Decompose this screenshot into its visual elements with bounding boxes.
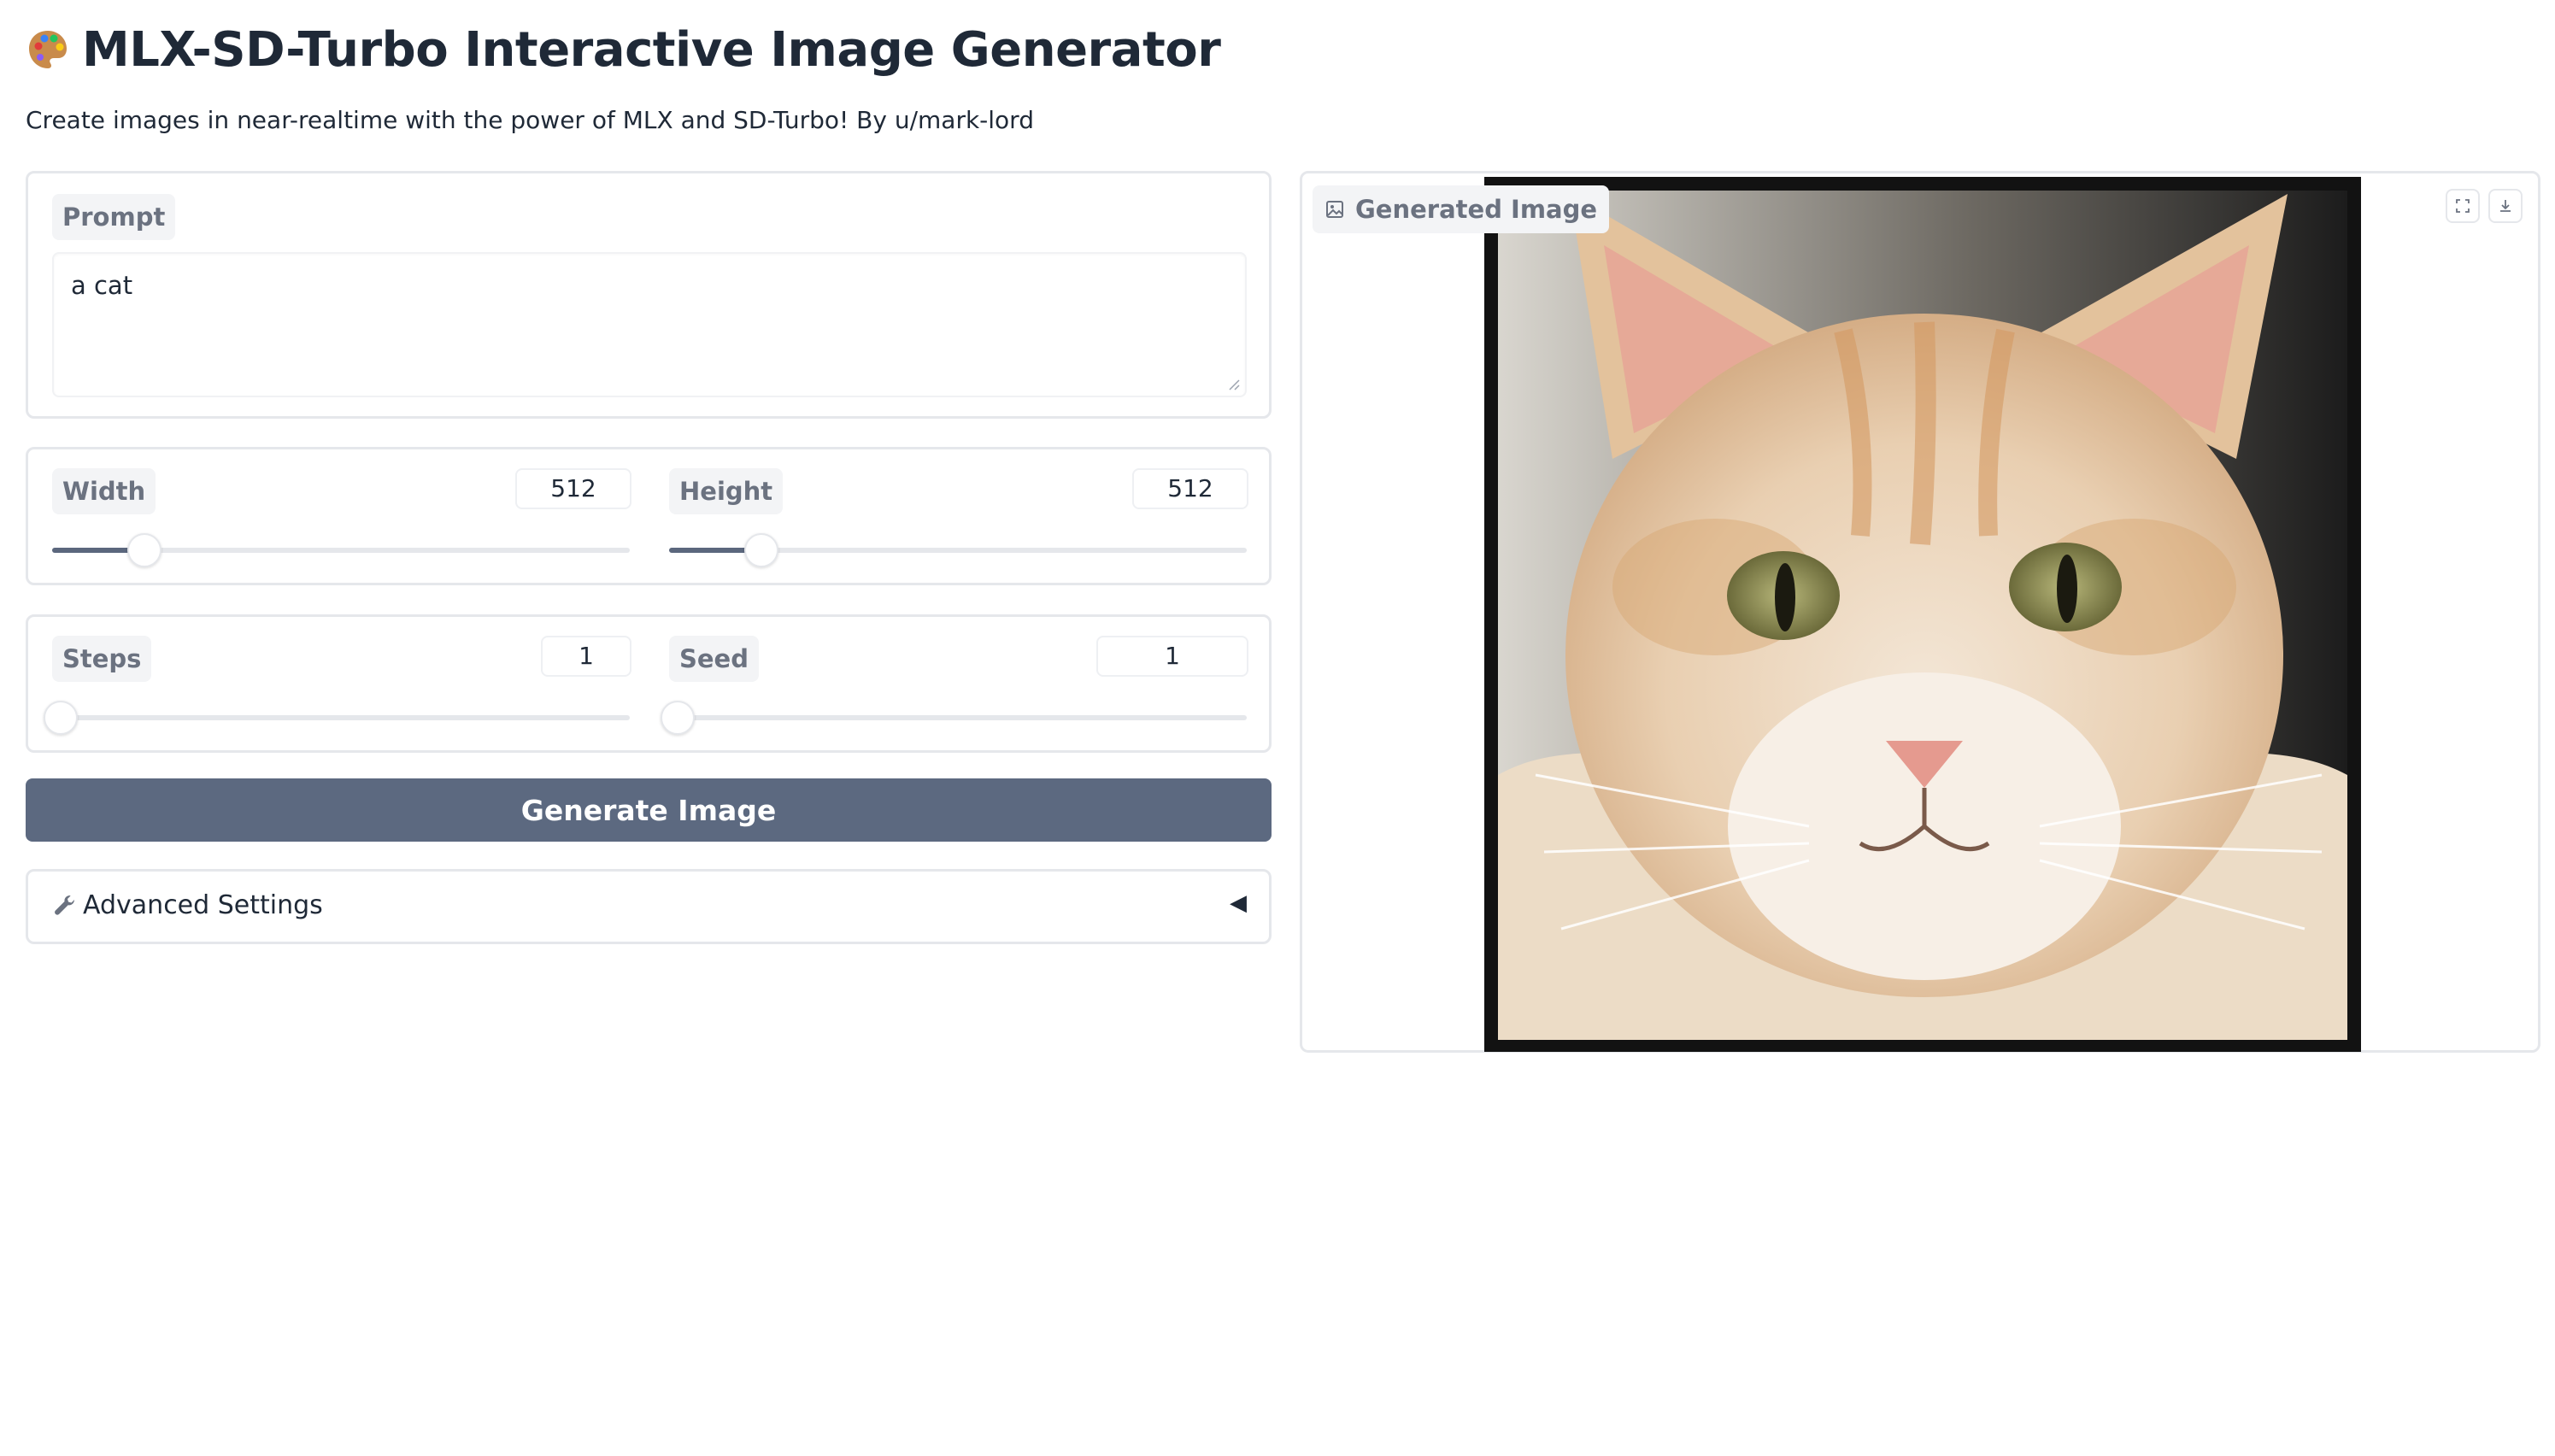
width-slider-group: Width 512 — [28, 449, 631, 586]
download-button[interactable] — [2488, 189, 2523, 223]
generated-image-label-text: Generated Image — [1355, 195, 1598, 224]
seed-slider-group: Seed 1 — [645, 617, 1248, 754]
steps-slider-thumb[interactable] — [44, 701, 78, 735]
fullscreen-icon — [2456, 199, 2470, 213]
wrench-icon — [55, 895, 74, 915]
width-slider-track[interactable] — [52, 533, 630, 567]
height-slider-group: Height 512 — [645, 449, 1248, 586]
page-title-text: MLX-SD-Turbo Interactive Image Generator — [82, 21, 1221, 78]
prompt-textarea[interactable]: a cat — [52, 252, 1247, 397]
app-page: MLX-SD-Turbo Interactive Image Generator… — [0, 0, 2555, 1456]
image-icon — [1326, 201, 1343, 218]
steps-label: Steps — [52, 636, 152, 682]
page-subtitle: Create images in near-realtime with the … — [26, 106, 1034, 134]
seed-label: Seed — [669, 636, 759, 682]
height-slider-thumb[interactable] — [744, 533, 779, 567]
page-title: MLX-SD-Turbo Interactive Image Generator — [26, 15, 1221, 84]
width-number-input[interactable]: 512 — [515, 468, 631, 509]
height-number-input[interactable]: 512 — [1132, 468, 1248, 509]
fullscreen-button[interactable] — [2446, 189, 2480, 223]
seed-slider-thumb[interactable] — [661, 701, 695, 735]
prompt-label: Prompt — [52, 194, 176, 240]
cat-image — [1484, 177, 2361, 1052]
seed-slider-track[interactable] — [661, 701, 1247, 735]
height-label: Height — [669, 468, 784, 514]
generated-image-label: Generated Image — [1313, 185, 1610, 233]
advanced-settings-label: Advanced Settings — [83, 890, 323, 920]
advanced-settings-accordion[interactable]: Advanced Settings ◀ — [26, 869, 1272, 944]
width-label: Width — [52, 468, 156, 514]
steps-slider-group: Steps 1 — [28, 617, 631, 754]
download-icon — [2500, 200, 2511, 212]
collapse-arrow-icon[interactable]: ◀ — [1230, 890, 1247, 916]
palette-icon — [29, 31, 67, 68]
steps-number-input[interactable]: 1 — [541, 636, 631, 677]
prompt-text: a cat — [71, 271, 133, 300]
seed-number-input[interactable]: 1 — [1096, 636, 1248, 677]
prompt-panel: Prompt a cat — [26, 171, 1272, 419]
steps-slider-track[interactable] — [44, 701, 630, 735]
height-slider-track[interactable] — [669, 533, 1247, 567]
generated-image — [1484, 177, 2361, 1052]
advanced-settings-header[interactable]: Advanced Settings — [52, 890, 323, 920]
resize-handle-icon[interactable] — [1226, 377, 1240, 390]
dimensions-panel: Width 512 Height 512 — [26, 447, 1272, 585]
sampling-panel: Steps 1 Seed 1 — [26, 614, 1272, 753]
output-panel: Generated Image — [1300, 171, 2540, 1053]
generate-image-button[interactable]: Generate Image — [26, 778, 1272, 842]
width-slider-thumb[interactable] — [127, 533, 162, 567]
